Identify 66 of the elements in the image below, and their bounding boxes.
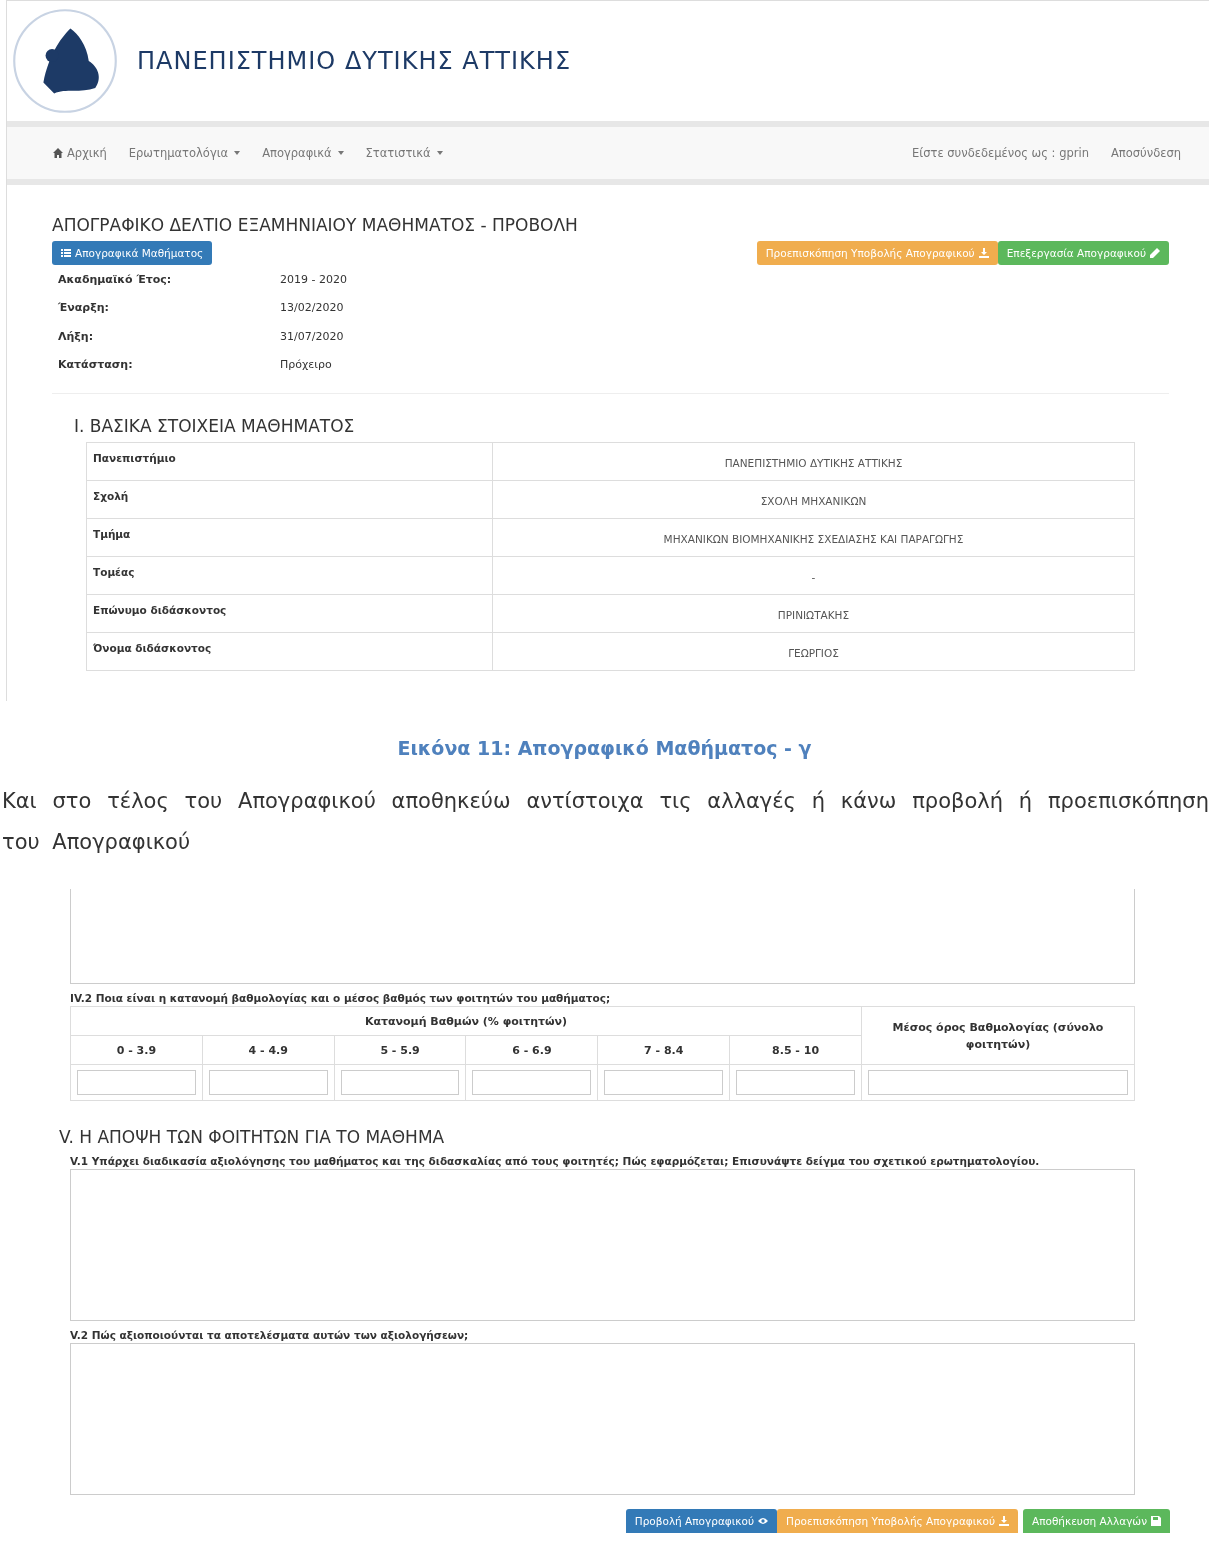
table-cell: Επώνυμο διδάσκοντος <box>86 594 493 633</box>
nav-menu-item[interactable]: Αρχική <box>52 146 107 160</box>
input-field[interactable] <box>604 1070 724 1095</box>
eye-icon <box>758 1516 768 1526</box>
section-title: I. ΒΑΣΙΚΑ ΣΤΟΙΧΕΙΑ ΜΑΘΗΜΑΤΟΣ <box>74 416 356 436</box>
question-label: IV.2 Ποια είναι η κατανομή βαθμολογίας και ο μέσος βαθμός των φοιτητών του μαθήματος; <box>70 992 612 1004</box>
field-value: 13/02/2020 <box>280 301 344 315</box>
site-title: ΠΑΝΕΠΙΣΤΗΜΙΟ ΔΥΤΙΚΗΣ ΑΤΤΙΚΗΣ <box>137 47 572 75</box>
caret-icon <box>436 151 443 155</box>
caret-icon <box>337 151 344 155</box>
answer-box[interactable] <box>70 1343 1135 1495</box>
nav-menu-item[interactable]: Στατιστικά <box>365 146 443 160</box>
section-title: V. Η ΑΠΟΨΗ ΤΩΝ ΦΟΙΤΗΤΩΝ ΓΙΑ ΤΟ ΜΑΘΗΜΑ <box>59 1127 446 1147</box>
table-header: Κατανομή Βαθμών (% φοιτητών) <box>70 1006 862 1036</box>
logged-in-user: Είστε συνδεδεμένος ως : gprin <box>912 146 1089 160</box>
save-button[interactable]: Αποθήκευση Αλλαγών <box>1023 1509 1170 1533</box>
table-cell: - <box>492 556 1135 595</box>
field-label: Λήξη: <box>58 329 95 343</box>
table-cell: Πανεπιστήμιο <box>86 442 493 481</box>
input-field[interactable] <box>77 1070 196 1095</box>
figure-caption: Εικόνα 11: Απογραφικό Μαθήματος - γ <box>396 737 813 759</box>
page-title: ΑΠΟΓΡΑΦΙΚΟ ΔΕΛΤΙΟ ΕΞΑΜΗΝΙΑΙΟΥ ΜΑΘΗΜΑΤΟΣ - ΠΡΟΒΟΛΗ <box>52 215 579 235</box>
input-field[interactable] <box>340 1070 460 1095</box>
edit-button[interactable]: Επεξεργασία Απογραφικού <box>997 241 1169 265</box>
answer-box[interactable] <box>70 1169 1135 1321</box>
download-icon <box>999 1516 1009 1526</box>
table-cell: Σχολή <box>86 480 493 519</box>
table-header: 5 - 5.9 <box>334 1035 466 1065</box>
table-cell: Όνομα διδάσκοντος <box>86 632 493 671</box>
table-cell: Τμήμα <box>86 518 493 557</box>
field-value: Πρόχειρο <box>280 358 332 372</box>
caret-icon <box>234 151 241 155</box>
view-button[interactable]: Προβολή Απογραφικού <box>625 1509 777 1533</box>
field-label: Κατάσταση: <box>58 358 134 372</box>
input-field[interactable] <box>868 1070 1128 1095</box>
answer-box[interactable] <box>70 889 1135 984</box>
question-label: V.1 Υπάρχει διαδικασία αξιολόγησης του μαθήματος και της διδασκαλίας από τους φοιτητές; Πώς εφαρμόζεται; Επισυνάψτε δείγμα του σχετικού ερωτηματολογίου. <box>70 1155 1041 1167</box>
nav-menu-item[interactable]: Ερωτηματολόγια <box>128 146 241 160</box>
list-icon <box>61 248 71 258</box>
question-label: V.2 Πώς αξιοποιούνται τα αποτελέσματα αυτών των αξιολογήσεων; <box>70 1329 470 1341</box>
nav-menu-item[interactable]: Απογραφικά <box>262 146 344 160</box>
table-cell: Τομέας <box>86 556 493 595</box>
download-icon <box>978 248 989 258</box>
field-value: 31/07/2020 <box>280 329 344 343</box>
table-header: Μέσος όρος Βαθμολογίας (σύνολο φοιτητών) <box>861 1006 1135 1065</box>
table-header: 7 - 8.4 <box>597 1035 730 1065</box>
field-label: Έναρξη: <box>58 301 110 315</box>
table-header: 4 - 4.9 <box>202 1035 335 1065</box>
field-value: 2019 - 2020 <box>280 272 347 286</box>
input-field[interactable] <box>208 1070 328 1095</box>
table-cell: ΜΗΧΑΝΙΚΩΝ ΒΙΟΜΗΧΑΝΙΚΗΣ ΣΧΕΔΙΑΣΗΣ ΚΑΙ ΠΑΡΑΓΩΓΗΣ <box>492 518 1135 557</box>
table-cell: ΣΧΟΛΗ ΜΗΧΑΝΙΚΩΝ <box>492 480 1135 519</box>
table-cell: ΠΑΝΕΠΙΣΤΗΜΙΟ ΔΥΤΙΚΗΣ ΑΤΤΙΚΗΣ <box>492 442 1135 481</box>
input-field[interactable] <box>472 1070 592 1095</box>
field-label: Ακαδημαϊκό Έτος: <box>58 272 173 286</box>
table-cell: ΠΡΙΝΙΩΤΑΚΗΣ <box>492 594 1135 633</box>
table-header: 0 - 3.9 <box>70 1035 203 1065</box>
body-paragraph: Και στο τέλος του Απογραφικού αποθηκεύω αντίστοιχα τις αλλαγές ή κάνω προβολή ή προεπισκόπηση του Απογραφικού <box>2 788 1209 856</box>
home-icon <box>52 147 64 159</box>
pencil-icon <box>1150 248 1160 258</box>
university-logo-icon <box>11 7 119 115</box>
input-field[interactable] <box>736 1070 855 1095</box>
logout-link[interactable]: Αποσύνδεση <box>1110 146 1181 160</box>
table-cell: ΓΕΩΡΓΙΟΣ <box>492 632 1135 671</box>
course-list-button[interactable]: Απογραφικά Μαθήματος <box>52 241 213 265</box>
table-header: 6 - 6.9 <box>466 1035 598 1065</box>
